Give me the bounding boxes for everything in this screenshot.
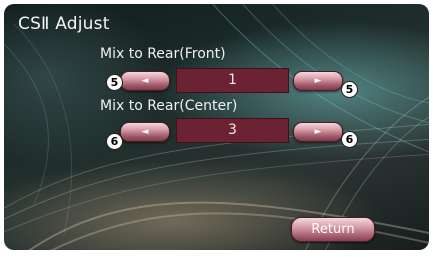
mix-to-rear-front-label: Mix to Rear(Front) [100,46,226,62]
mix-to-rear-center-label: Mix to Rear(Center) [100,98,238,114]
mix-center-decrease-button[interactable]: ◄ [120,122,170,142]
callout-badge-left: 6 [106,133,123,150]
mix-front-value: 1 [176,68,289,93]
mix-center-increase-button[interactable]: ► [293,122,343,142]
return-button[interactable]: Return [291,217,375,242]
mix-center-value: 3 [176,118,289,143]
callout-badge-right: 5 [341,81,358,98]
mix-front-decrease-button[interactable]: ◄ [120,71,170,91]
screen-title: CSⅡ Adjust [18,14,110,34]
callout-badge-right: 6 [341,131,358,148]
mix-front-increase-button[interactable]: ► [293,71,343,91]
callout-badge-left: 5 [106,74,123,91]
csii-adjust-screen: CSⅡ Adjust Mix to Rear(Front) ◄ 1 ► 5 5 … [4,4,429,250]
